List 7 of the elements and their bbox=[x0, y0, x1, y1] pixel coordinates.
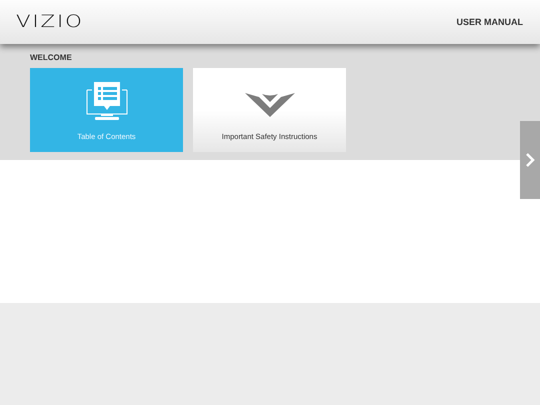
document-screen-icon bbox=[84, 82, 130, 120]
chevron-logo-icon bbox=[244, 93, 294, 117]
brand-logo: VIZIO bbox=[16, 12, 84, 32]
manual-title: USER MANUAL bbox=[456, 17, 523, 27]
chevron-right-icon bbox=[525, 152, 535, 168]
next-button[interactable] bbox=[520, 121, 540, 199]
section-heading: WELCOME bbox=[30, 53, 72, 64]
